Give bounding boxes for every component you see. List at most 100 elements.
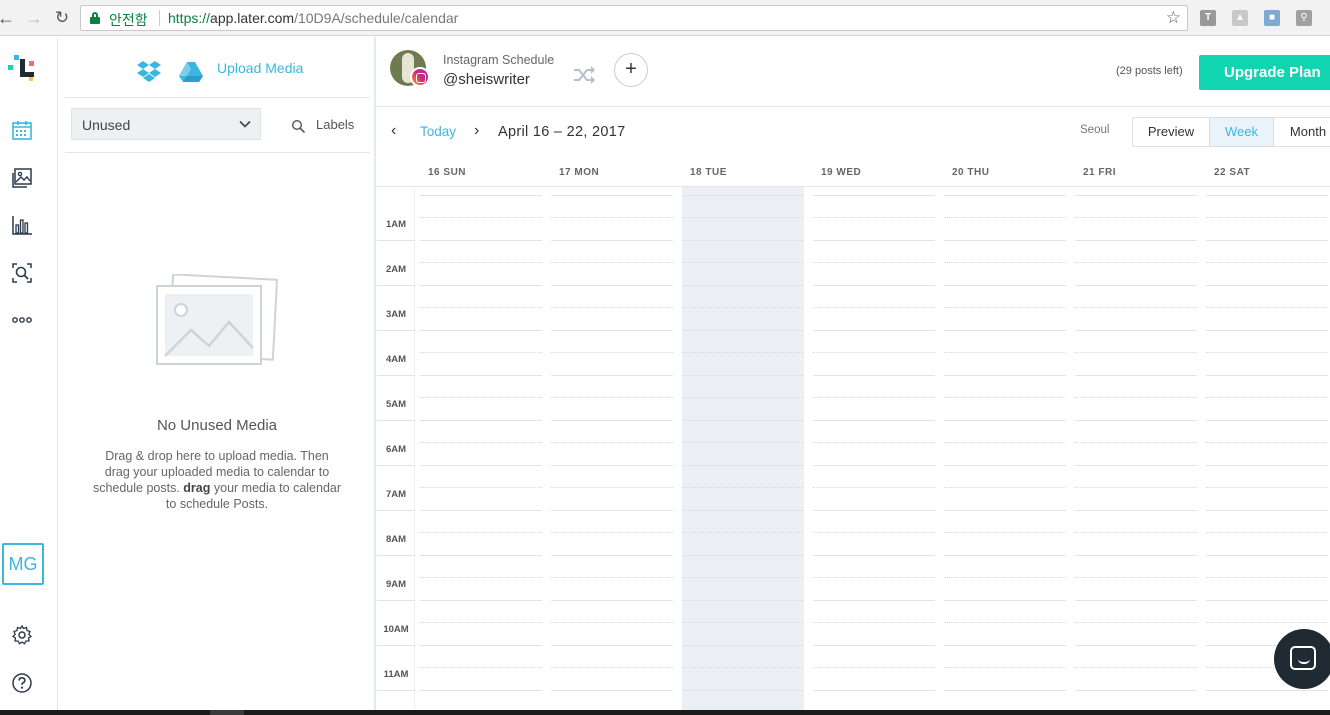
later-logo-icon[interactable] (8, 53, 38, 81)
time-slot[interactable] (813, 420, 935, 465)
time-slot[interactable] (944, 690, 1066, 710)
time-slot[interactable] (944, 330, 1066, 375)
month-view-button[interactable]: Month (1274, 118, 1330, 146)
time-slot[interactable] (813, 465, 935, 510)
user-avatar[interactable]: MG (2, 543, 44, 585)
upgrade-plan-button[interactable]: Upgrade Plan (1199, 55, 1330, 90)
time-slot[interactable] (682, 330, 804, 375)
time-slot[interactable] (944, 240, 1066, 285)
time-slot[interactable] (551, 375, 673, 420)
today-button[interactable]: Today (420, 124, 456, 139)
time-slot[interactable] (944, 600, 1066, 645)
time-slot[interactable] (1206, 555, 1328, 600)
time-slot[interactable] (1075, 510, 1197, 555)
time-slot[interactable] (1075, 420, 1197, 465)
time-slot[interactable] (1206, 465, 1328, 510)
time-slot[interactable] (1075, 600, 1197, 645)
time-slot[interactable] (813, 510, 935, 555)
time-slot[interactable] (813, 645, 935, 690)
profile-handle[interactable]: @sheiswriter (443, 71, 530, 88)
time-slot[interactable] (1206, 375, 1328, 420)
time-slot[interactable] (682, 510, 804, 555)
time-slot[interactable] (1075, 645, 1197, 690)
time-slot[interactable] (420, 645, 542, 690)
time-slot[interactable] (420, 690, 542, 710)
time-slot[interactable] (420, 240, 542, 285)
time-slot[interactable] (420, 330, 542, 375)
time-slot[interactable] (420, 195, 542, 240)
more-icon[interactable] (11, 309, 33, 331)
time-slot[interactable] (944, 420, 1066, 465)
time-slot[interactable] (1075, 285, 1197, 330)
time-slot[interactable] (944, 375, 1066, 420)
time-slot[interactable] (551, 420, 673, 465)
time-slot[interactable] (1075, 330, 1197, 375)
time-slot[interactable] (551, 330, 673, 375)
time-slot[interactable] (1206, 690, 1328, 710)
time-slot[interactable] (1206, 330, 1328, 375)
time-slot[interactable] (551, 240, 673, 285)
media-filter-select[interactable]: Unused (71, 108, 261, 140)
address-bar[interactable]: 안전함 https://app.later.com/10D9A/schedule… (80, 5, 1188, 31)
time-slot[interactable] (682, 195, 804, 240)
day-column[interactable] (813, 187, 935, 710)
dropbox-icon[interactable] (136, 60, 162, 84)
time-slot[interactable] (682, 285, 804, 330)
time-slot[interactable] (551, 645, 673, 690)
day-column[interactable] (420, 187, 542, 710)
time-slot[interactable] (944, 285, 1066, 330)
bookmark-star-icon[interactable]: ☆ (1166, 8, 1181, 28)
time-slot[interactable] (813, 600, 935, 645)
search-icon[interactable] (11, 262, 33, 284)
help-icon[interactable] (11, 672, 33, 694)
time-slot[interactable] (551, 465, 673, 510)
url-text[interactable]: https://app.later.com/10D9A/schedule/cal… (168, 10, 458, 26)
chevron-right-icon[interactable]: › (474, 122, 479, 140)
time-slot[interactable] (944, 510, 1066, 555)
time-slot[interactable] (551, 285, 673, 330)
time-slot[interactable] (1075, 690, 1197, 710)
time-slot[interactable] (944, 195, 1066, 240)
preview-view-button[interactable]: Preview (1133, 118, 1210, 146)
time-slot[interactable] (1075, 555, 1197, 600)
bar-chart-icon[interactable] (11, 214, 33, 236)
time-slot[interactable] (1206, 195, 1328, 240)
time-slot[interactable] (682, 555, 804, 600)
time-slot[interactable] (1075, 375, 1197, 420)
extension-t-icon[interactable]: T (1200, 10, 1216, 26)
google-drive-icon[interactable] (178, 61, 204, 83)
time-slot[interactable] (551, 690, 673, 710)
time-slot[interactable] (420, 420, 542, 465)
week-view-button[interactable]: Week (1210, 118, 1274, 146)
media-icon[interactable] (11, 167, 33, 189)
time-slot[interactable] (1075, 240, 1197, 285)
calendar-icon[interactable] (11, 119, 33, 141)
time-slot[interactable] (682, 420, 804, 465)
time-slot[interactable] (813, 690, 935, 710)
extension-b-icon[interactable]: ■ (1264, 10, 1280, 26)
time-slot[interactable] (813, 285, 935, 330)
time-slot[interactable] (682, 645, 804, 690)
chevron-left-icon[interactable]: ‹ (391, 122, 396, 140)
reload-icon[interactable]: ↻ (52, 8, 72, 28)
time-slot[interactable] (682, 375, 804, 420)
time-slot[interactable] (551, 600, 673, 645)
time-slot[interactable] (420, 285, 542, 330)
time-slot[interactable] (944, 555, 1066, 600)
time-slot[interactable] (813, 195, 935, 240)
time-slot[interactable] (551, 555, 673, 600)
time-slot[interactable] (420, 465, 542, 510)
time-slot[interactable] (420, 510, 542, 555)
time-slot[interactable] (1206, 285, 1328, 330)
time-slot[interactable] (1075, 195, 1197, 240)
day-column[interactable] (944, 187, 1066, 710)
forward-arrow-icon[interactable]: → (24, 8, 44, 28)
extension-pdf-icon[interactable]: ▲ (1232, 10, 1248, 26)
time-slot[interactable] (813, 330, 935, 375)
time-slot[interactable] (420, 375, 542, 420)
time-slot[interactable] (944, 465, 1066, 510)
time-slot[interactable] (1206, 420, 1328, 465)
time-slot[interactable] (420, 600, 542, 645)
shuffle-icon[interactable] (573, 65, 595, 85)
back-arrow-icon[interactable]: ← (0, 8, 16, 28)
